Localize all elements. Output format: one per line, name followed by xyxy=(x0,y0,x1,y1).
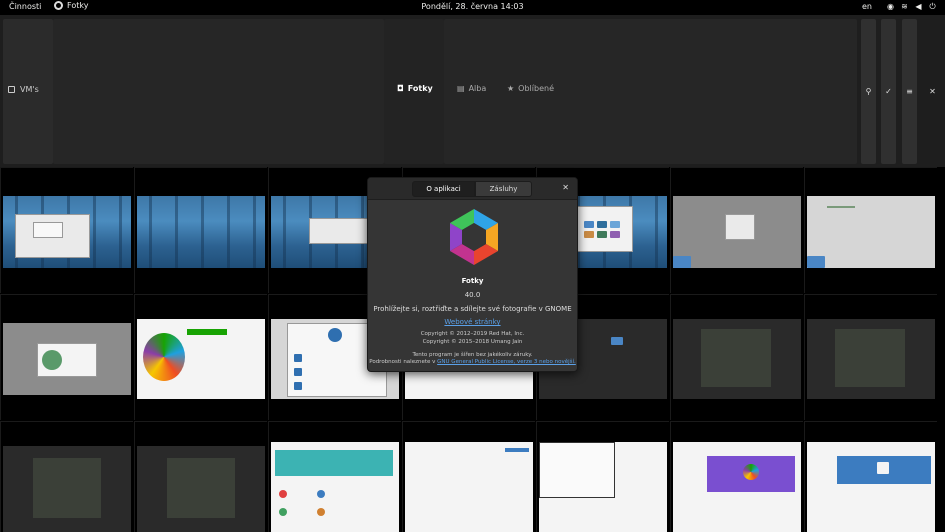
tab-about[interactable]: O aplikaci xyxy=(412,181,475,197)
tab-favorites[interactable]: ★ Oblíbené xyxy=(507,84,554,93)
view-switcher: ◘ Fotky xyxy=(397,84,433,93)
photo-thumbnail[interactable] xyxy=(536,421,669,532)
thumbnail-image xyxy=(673,319,801,399)
copyright-line: Copyright © 2015–2018 Umang Jain xyxy=(422,339,523,345)
app-menu-label: Fotky xyxy=(67,1,89,10)
thumbnail-window xyxy=(37,343,97,377)
thumbnail-image xyxy=(539,442,667,532)
search-button[interactable]: ⚲ xyxy=(861,19,876,164)
tab-albums-label: Alba xyxy=(468,84,487,93)
about-description: Prohlížejte si, roztřiďte a sdílejte své… xyxy=(373,305,572,313)
thumbnail-image xyxy=(673,196,801,268)
about-dialog-tabs: O aplikaci Zásluhy xyxy=(412,181,532,197)
app-menu-button[interactable]: Fotky xyxy=(54,1,88,10)
collection-label: VM's xyxy=(20,85,39,94)
about-version: 40.0 xyxy=(464,291,481,299)
search-icon: ⚲ xyxy=(865,87,872,96)
thumbnail-image xyxy=(807,319,935,399)
photo-thumbnail[interactable] xyxy=(0,294,133,420)
thumbnail-photo xyxy=(835,329,905,387)
thumbnail-photo xyxy=(167,458,235,518)
photo-thumbnail[interactable] xyxy=(402,421,535,532)
albums-icon: ▤ xyxy=(457,84,465,93)
window-close-button[interactable]: ✕ xyxy=(925,19,940,164)
thumbnail-image xyxy=(405,442,533,532)
photo-thumbnail[interactable] xyxy=(670,421,803,532)
about-dialog: O aplikaci Zásluhy ✕ Fotky 40.0 Prohlíže… xyxy=(367,177,578,372)
thumbnail-image xyxy=(807,442,935,532)
tab-albums[interactable]: ▤ Alba xyxy=(457,84,486,93)
license-text: Tento program je šířen bez jakékoliv zár… xyxy=(412,352,533,358)
thumbnail-image xyxy=(673,442,801,532)
photos-logo-icon xyxy=(450,209,498,265)
photo-thumbnail[interactable] xyxy=(670,294,803,420)
copyright-line: Copyright © 2012–2019 Red Hat, Inc. xyxy=(420,331,525,337)
tab-photos-label: Fotky xyxy=(407,84,433,93)
accessibility-icon[interactable]: ◉ xyxy=(886,2,895,12)
activities-button[interactable]: Činnosti xyxy=(9,2,41,11)
thumbnail-image xyxy=(3,196,131,268)
website-link[interactable]: Webové stránky xyxy=(368,318,577,326)
thumbnail-image xyxy=(137,446,265,532)
camera-icon: ◘ xyxy=(397,84,404,93)
system-tray[interactable]: ◉ ≋ ◀ ⏻ xyxy=(886,2,937,12)
photo-thumbnail[interactable] xyxy=(0,167,133,293)
photo-thumbnail[interactable] xyxy=(804,421,937,532)
close-icon: ✕ xyxy=(929,87,936,96)
thumbnail-image xyxy=(271,442,399,532)
license-details: Podrobnosti naleznete v GNU General Publ… xyxy=(368,359,577,365)
tab-favorites-label: Oblíbené xyxy=(518,84,554,93)
photo-thumbnail[interactable] xyxy=(804,167,937,293)
thumbnail-image xyxy=(3,446,131,532)
header-right-area xyxy=(444,19,857,164)
collection-icon xyxy=(8,86,15,93)
thumbnail-window xyxy=(725,214,755,240)
view-switcher-favorites: ★ Oblíbené xyxy=(507,84,554,93)
tab-photos[interactable]: ◘ Fotky xyxy=(397,84,433,93)
license-link[interactable]: GNU General Public License, verze 3 nebo… xyxy=(437,359,576,365)
photo-thumbnail[interactable] xyxy=(268,421,401,532)
tab-credits[interactable]: Zásluhy xyxy=(475,181,532,197)
thumbnail-photo xyxy=(701,329,771,387)
thumbnail-photo xyxy=(33,458,101,518)
volume-icon[interactable]: ◀ xyxy=(914,2,923,12)
about-app-name: Fotky xyxy=(461,277,484,285)
photo-thumbnail[interactable] xyxy=(134,167,267,293)
header-bar: VM's ◘ Fotky ▤ Alba ★ Oblíbené ⚲ ✓ ≡ ✕ xyxy=(0,15,945,167)
check-icon: ✓ xyxy=(885,87,892,96)
star-icon: ★ xyxy=(507,84,515,93)
menu-button[interactable]: ≡ xyxy=(902,19,917,164)
photo-thumbnail[interactable] xyxy=(670,167,803,293)
thumbnail-image xyxy=(3,323,131,395)
photo-thumbnail[interactable] xyxy=(134,294,267,420)
menu-icon: ≡ xyxy=(906,87,913,96)
thumbnail-image xyxy=(137,319,265,399)
select-button[interactable]: ✓ xyxy=(881,19,896,164)
photo-thumbnail[interactable] xyxy=(134,421,267,532)
close-icon[interactable]: ✕ xyxy=(562,183,569,192)
license-prefix: Podrobnosti naleznete v xyxy=(369,359,438,365)
about-dialog-header: O aplikaci Zásluhy ✕ xyxy=(368,178,577,200)
photos-app-icon xyxy=(54,1,63,10)
photo-thumbnail[interactable] xyxy=(0,421,133,532)
thumbnail-dialog xyxy=(33,222,63,238)
view-switcher-albums: ▤ Alba xyxy=(457,84,486,93)
header-left-area xyxy=(53,19,384,164)
thumbnail-window xyxy=(577,206,633,252)
top-bar: Činnosti Fotky Pondělí, 28. června 14:03… xyxy=(0,0,945,15)
thumbnail-window xyxy=(539,442,615,498)
wifi-icon[interactable]: ≋ xyxy=(900,2,909,12)
photo-thumbnail[interactable] xyxy=(804,294,937,420)
clock[interactable]: Pondělí, 28. června 14:03 xyxy=(0,2,945,11)
language-indicator[interactable]: en xyxy=(862,2,872,11)
thumbnail-window xyxy=(309,218,369,244)
collection-title[interactable]: VM's xyxy=(8,85,39,94)
thumbnail-image xyxy=(137,196,265,268)
thumbnail-image xyxy=(807,196,935,268)
power-icon[interactable]: ⏻ xyxy=(928,2,937,12)
